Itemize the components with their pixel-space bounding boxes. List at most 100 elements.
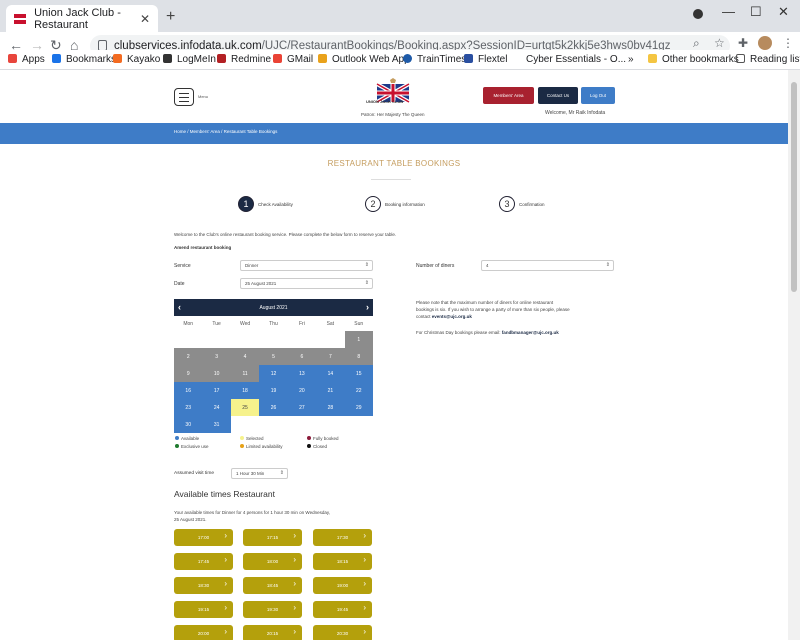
time-slot-label: 17:30 — [336, 535, 349, 540]
weekday-label: Fri — [298, 320, 305, 327]
menu-bar-icon — [179, 97, 189, 98]
calendar-day[interactable]: 19 — [259, 382, 288, 399]
profile-avatar[interactable] — [758, 36, 772, 50]
calendar-day[interactable]: 29 — [344, 399, 373, 416]
bookmark-kayako[interactable]: Kayako — [113, 54, 160, 65]
page-scrollbar[interactable] — [788, 70, 800, 640]
calendar-day[interactable]: 18 — [230, 382, 260, 399]
zoom-icon[interactable]: ⌕ — [693, 36, 700, 51]
calendar-day: 9 — [174, 365, 203, 382]
date-select[interactable]: 25 August 2021 ⇕ — [240, 278, 373, 289]
profile-dropdown-icon[interactable] — [693, 9, 703, 19]
service-value: Dinner — [245, 263, 259, 268]
folder-icon — [648, 54, 657, 63]
time-slot-button[interactable]: 19:45 › — [313, 601, 372, 618]
log-out-button[interactable]: Log Out — [581, 87, 615, 104]
bookmark-traintimes[interactable]: TrainTimes — [403, 54, 466, 65]
calendar-day[interactable]: 21 — [316, 382, 345, 399]
calendar-day[interactable]: 25 — [230, 399, 260, 416]
time-slot-label: 19:00 — [336, 583, 349, 588]
legend-dot-icon — [240, 444, 244, 448]
service-select[interactable]: Dinner ⇕ — [240, 260, 373, 271]
legend-label: Selected — [246, 436, 264, 441]
extensions-icon[interactable]: ✚ — [738, 36, 748, 50]
time-slot-button[interactable]: 18:45 › — [243, 577, 302, 594]
diners-select[interactable]: 4 ⇕ — [481, 260, 614, 271]
time-slot-button[interactable]: 19:00 › — [313, 577, 372, 594]
browser-chrome: Union Jack Club - Restaurant ✕ + — ☐ ✕ ←… — [0, 0, 800, 70]
minimize-icon[interactable]: — — [722, 4, 735, 19]
calendar-day[interactable]: 13 — [287, 365, 317, 382]
weekday-label: Thu — [269, 320, 278, 327]
breadcrumb[interactable]: Home / Members' Area / Restaurant Table … — [174, 129, 277, 134]
calendar-day[interactable]: 27 — [287, 399, 317, 416]
time-slot-button[interactable]: 20:00 › — [174, 625, 233, 640]
calendar-day[interactable]: 14 — [316, 365, 345, 382]
bookmark-redmine[interactable]: Redmine — [217, 54, 271, 65]
visit-time-select[interactable]: 1 Hour 30 Min ⇕ — [231, 468, 288, 479]
calendar-day[interactable]: 20 — [287, 382, 317, 399]
calendar: ‹ August 2021 › Mon Tue Wed Thu Fri Sat … — [174, 299, 373, 433]
time-slot-button[interactable]: 19:30 › — [243, 601, 302, 618]
calendar-day[interactable]: 22 — [344, 382, 373, 399]
next-month-icon[interactable]: › — [366, 302, 369, 312]
weekday-label: Wed — [239, 320, 251, 327]
time-slot-button[interactable]: 17:30 › — [313, 529, 372, 546]
chevron-right-icon: › — [363, 555, 366, 564]
bookmark-flextel[interactable]: Flextel — [464, 54, 507, 65]
calendar-day[interactable]: 17 — [202, 382, 231, 399]
time-slot-button[interactable]: 17:15 › — [243, 529, 302, 546]
kayako-icon — [113, 54, 122, 63]
time-slot-button[interactable]: 20:15 › — [243, 625, 302, 640]
bookmark-other[interactable]: Other bookmarks — [648, 54, 739, 65]
time-slot-label: 20:30 — [336, 631, 349, 636]
legend-dot-icon — [240, 436, 244, 440]
times-note-2: 25 August 2021. — [174, 517, 207, 522]
date-value: 25 August 2021 — [245, 281, 277, 286]
calendar-day[interactable]: 28 — [316, 399, 345, 416]
bookmark-outlook[interactable]: Outlook Web App — [318, 54, 410, 65]
time-slot-button[interactable]: 18:15 › — [313, 553, 372, 570]
star-icon[interactable]: ☆ — [714, 36, 725, 50]
calendar-day[interactable]: 15 — [344, 365, 373, 382]
calendar-day: 11 — [230, 365, 260, 382]
prev-month-icon[interactable]: ‹ — [178, 302, 181, 312]
time-slot-button[interactable]: 20:30 › — [313, 625, 372, 640]
calendar-day[interactable]: 23 — [174, 399, 203, 416]
menu-button[interactable] — [174, 88, 194, 106]
chevron-right-icon: › — [224, 555, 227, 564]
calendar-day[interactable]: 16 — [174, 382, 203, 399]
close-tab-icon[interactable]: ✕ — [140, 12, 150, 26]
bookmarks-overflow[interactable]: » — [628, 54, 634, 65]
chevron-right-icon: › — [363, 603, 366, 612]
legend-label: Limited availability — [246, 444, 283, 449]
bookmark-logmein[interactable]: LogMeIn — [163, 54, 216, 65]
fandb-email-link[interactable]: fandbmanager@ujc.org.uk — [502, 330, 559, 335]
bookmark-apps[interactable]: Apps — [8, 54, 45, 65]
bookmark-cyber-essentials[interactable]: Cyber Essentials - O... — [526, 54, 626, 65]
time-slot-button[interactable]: 17:00 › — [174, 529, 233, 546]
bookmark-gmail[interactable]: GMail — [273, 54, 313, 65]
bookmark-bookmarks[interactable]: Bookmarks — [52, 54, 116, 65]
select-arrows-icon: ⇕ — [364, 262, 369, 268]
calendar-day[interactable]: 12 — [259, 365, 288, 382]
time-slot-button[interactable]: 19:15 › — [174, 601, 233, 618]
calendar-day[interactable]: 30 — [174, 416, 203, 433]
scrollbar-thumb[interactable] — [791, 82, 797, 292]
calendar-day: 7 — [316, 348, 345, 365]
calendar-day[interactable]: 31 — [202, 416, 231, 433]
members-area-button[interactable]: Members' Area — [483, 87, 534, 104]
calendar-day[interactable]: 26 — [259, 399, 288, 416]
new-tab-icon[interactable]: + — [166, 8, 175, 26]
browser-tab[interactable]: Union Jack Club - Restaurant ✕ — [6, 5, 158, 32]
time-slot-button[interactable]: 17:45 › — [174, 553, 233, 570]
more-menu-icon[interactable]: ⋮ — [782, 36, 794, 50]
maximize-icon[interactable]: ☐ — [750, 4, 762, 20]
close-window-icon[interactable]: ✕ — [778, 4, 789, 20]
contact-us-button[interactable]: Contact Us — [538, 87, 578, 104]
time-slot-button[interactable]: 18:30 › — [174, 577, 233, 594]
calendar-day[interactable]: 24 — [202, 399, 231, 416]
bookmark-reading-list[interactable]: Reading list — [736, 54, 800, 65]
time-slot-button[interactable]: 18:00 › — [243, 553, 302, 570]
events-email-link[interactable]: events@ujc.org.uk — [432, 314, 472, 319]
